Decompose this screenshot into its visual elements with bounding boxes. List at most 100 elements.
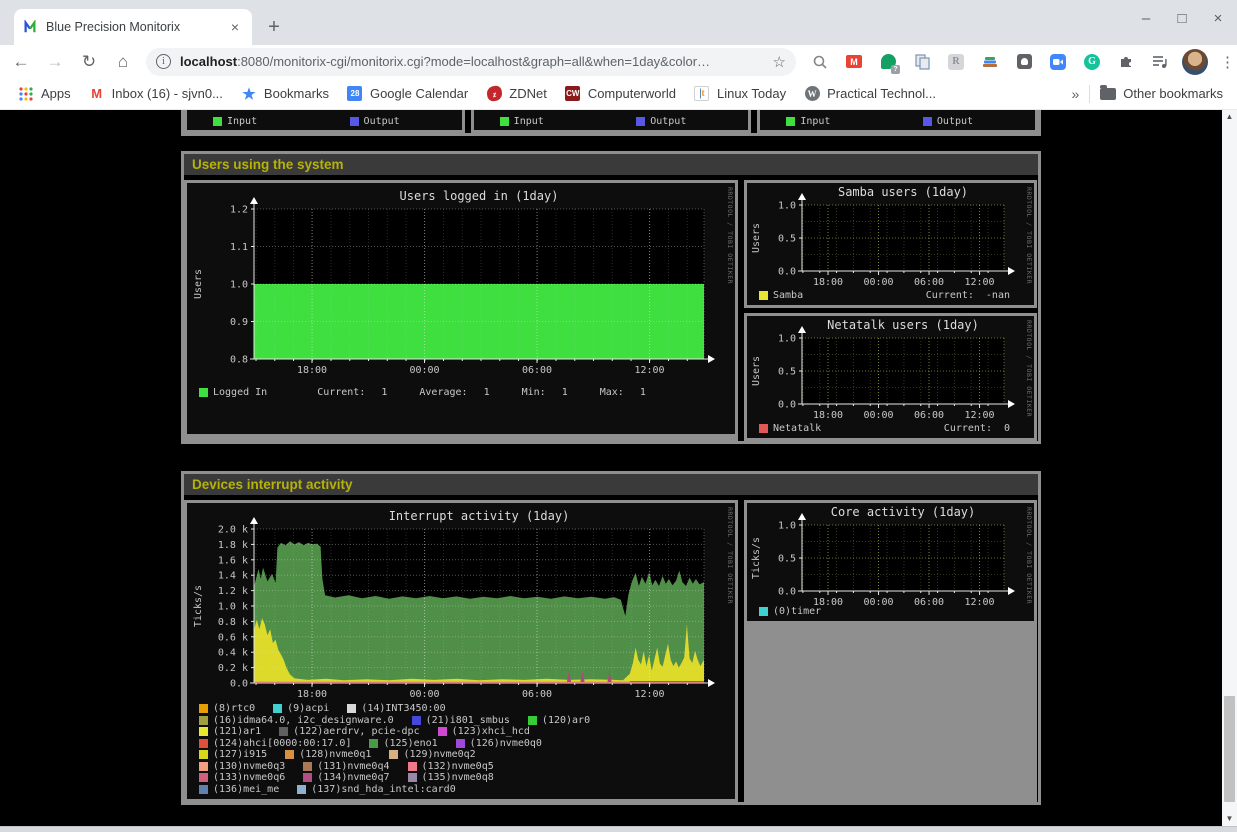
svg-text:12:00: 12:00 — [964, 277, 994, 288]
svg-text:0.6 k: 0.6 k — [218, 632, 248, 643]
profile-avatar[interactable] — [1182, 49, 1208, 75]
bookmark-computerworld[interactable]: CWComputerworld — [565, 86, 676, 102]
other-bookmarks-button[interactable]: Other bookmarks — [1100, 86, 1223, 101]
bookmark-zdnet[interactable]: zZDNet — [486, 86, 547, 102]
close-button[interactable]: × — [1209, 10, 1227, 27]
legend-item: Netatalk — [759, 423, 821, 435]
samba-users-graph[interactable]: 0.00.51.018:0000:0006:0012:00Samba users… — [747, 183, 1034, 305]
legend-label: Output — [650, 116, 686, 127]
legend-label: Logged In — [213, 387, 267, 399]
svg-text:1.0: 1.0 — [230, 280, 248, 291]
svg-text:12:00: 12:00 — [634, 689, 664, 700]
netatalk-users-graph[interactable]: 0.00.51.018:0000:0006:0012:00Netatalk us… — [747, 316, 1034, 438]
legend-label: (132)nvme0q5 — [422, 761, 494, 773]
back-button[interactable]: ← — [8, 49, 34, 75]
bookmark-google-calendar[interactable]: 28Google Calendar — [347, 86, 468, 102]
legend-label: (127)i915 — [213, 749, 267, 761]
legend-item: Logged In — [199, 387, 267, 399]
network-graph-partial[interactable]: InputOutput — [187, 110, 462, 130]
browser-menu-icon[interactable]: ⋮ — [1220, 53, 1235, 71]
stat-value: -nan — [986, 290, 1010, 301]
section-users-header: Users using the system — [184, 154, 1038, 175]
legend-label: (21)i801_smbus — [426, 715, 510, 727]
copy-icon[interactable] — [912, 52, 932, 72]
svg-text:06:00: 06:00 — [914, 410, 944, 421]
legend-label: (128)nvme0q1 — [299, 749, 371, 761]
users-logged-in-graph[interactable]: 0.80.91.01.11.218:0000:0006:0012:00Users… — [187, 183, 735, 434]
legend-item: (124)ahci[0000:00:17.0] — [199, 738, 351, 750]
page-info-icon[interactable]: i — [156, 54, 171, 69]
bookmark-bookmarks[interactable]: ★Bookmarks — [241, 86, 329, 102]
legend-row-items: (136)mei_me(137)snd_hda_intel:card0 — [199, 784, 474, 796]
samba-cell: 0.00.51.018:0000:0006:0012:00Samba users… — [744, 180, 1037, 308]
legend-swatch — [213, 117, 222, 126]
legend-swatch — [759, 607, 768, 616]
puzzle-icon[interactable] — [1116, 52, 1136, 72]
bookmarks-overflow-chevron[interactable]: » — [1072, 86, 1080, 102]
legend-label: (131)nvme0q4 — [317, 761, 389, 773]
network-graph-cell: InputOutput — [471, 110, 752, 133]
legend-label: (9)acpi — [287, 703, 329, 715]
maximize-button[interactable]: □ — [1173, 10, 1191, 27]
svg-text:0.8 k: 0.8 k — [218, 617, 248, 628]
legend-swatch — [199, 762, 208, 771]
bookmark-apps[interactable]: Apps — [18, 86, 71, 102]
bookmark-items: Apps MInbox (16) - sjvn0... ★Bookmarks 28Go… — [0, 86, 936, 102]
scroll-up-icon[interactable]: ▲ — [1222, 110, 1237, 124]
url-host: localhost — [180, 54, 237, 69]
scrollbar-thumb[interactable] — [1224, 696, 1235, 802]
legend-swatch — [199, 716, 208, 725]
scroll-down-icon[interactable]: ▼ — [1222, 812, 1237, 826]
network-graph-partial[interactable]: InputOutput — [760, 110, 1035, 130]
legend-row-items: Logged In — [199, 387, 285, 399]
svg-text:00:00: 00:00 — [409, 365, 439, 376]
search-icon[interactable] — [810, 52, 830, 72]
network-graph-legend: InputOutput — [474, 116, 749, 127]
svg-text:0.2 k: 0.2 k — [218, 663, 248, 674]
home-button[interactable]: ⌂ — [110, 49, 136, 75]
core-legend: (0)timer — [747, 606, 1020, 618]
bookmark-linux-today[interactable]: |tLinux Today — [694, 86, 786, 102]
r-extension-icon[interactable]: R — [946, 52, 966, 72]
reload-button[interactable]: ↻ — [76, 49, 102, 75]
interrupt-activity-cell: 0.00.2 k0.4 k0.6 k0.8 k1.0 k1.2 k1.4 k1.… — [184, 500, 738, 802]
grammarly-icon[interactable]: G — [1082, 52, 1102, 72]
bookmark-inbox-16-sjvn0[interactable]: MInbox (16) - sjvn0... — [89, 86, 223, 102]
legend-item: Output — [636, 116, 686, 127]
url-rest: :8080/monitorix-cgi/monitorix.cgi?mode=l… — [237, 54, 710, 69]
vertical-scrollbar[interactable]: ▲ ▼ — [1222, 110, 1237, 826]
voice-icon[interactable]: ? — [878, 52, 898, 72]
legend-stats: Current:-nan — [926, 290, 1010, 302]
forward-button[interactable]: → — [42, 49, 68, 75]
legend-label: (122)aerdrv, pcie-dpc — [293, 726, 419, 738]
network-graph-partial[interactable]: InputOutput — [474, 110, 749, 130]
legend-swatch — [408, 773, 417, 782]
interrupt-activity-graph[interactable]: 0.00.2 k0.4 k0.6 k0.8 k1.0 k1.2 k1.4 k1.… — [187, 503, 735, 799]
tab-blue-precision-monitorix[interactable]: Blue Precision Monitorix × — [14, 9, 252, 45]
zoom-camera-icon[interactable] — [1048, 52, 1068, 72]
rrdtool-credit: RRDTOOL / TOBI OETIKER — [1025, 320, 1033, 417]
books-icon[interactable] — [980, 52, 1000, 72]
playlist-icon[interactable] — [1150, 52, 1170, 72]
keep-icon[interactable] — [1014, 52, 1034, 72]
legend-swatch — [786, 117, 795, 126]
bookmark-practical-technol[interactable]: WPractical Technol... — [804, 86, 936, 102]
legend-label: (129)nvme0q2 — [403, 749, 475, 761]
new-tab-button[interactable]: + — [262, 16, 286, 40]
users-logged-in-cell: 0.80.91.01.11.218:0000:0006:0012:00Users… — [184, 180, 738, 441]
section-users: Users using the system 0.80.91.01.11.218… — [181, 151, 1041, 444]
legend-swatch — [347, 704, 356, 713]
legend-row-items: (124)ahci[0000:00:17.0](125)eno1(126)nvm… — [199, 738, 560, 750]
legend-row: (8)rtc0(9)acpi(14)INT3450:00 — [187, 703, 721, 715]
minimize-button[interactable]: – — [1137, 10, 1155, 27]
core-activity-graph[interactable]: 0.00.51.018:0000:0006:0012:00Core activi… — [747, 503, 1034, 621]
legend-label: Input — [227, 116, 257, 127]
tab-close-icon[interactable]: × — [226, 18, 244, 36]
legend-swatch — [923, 117, 932, 126]
omnibox[interactable]: i localhost:8080/monitorix-cgi/monitorix… — [146, 48, 796, 76]
legend-row-items: (8)rtc0(9)acpi(14)INT3450:00 — [199, 703, 464, 715]
gmail-ext-icon[interactable]: M — [844, 52, 864, 72]
stat-value: 1 — [484, 387, 490, 399]
legend-item: (128)nvme0q1 — [285, 749, 371, 761]
bookmark-star-icon[interactable]: ☆ — [773, 53, 786, 71]
